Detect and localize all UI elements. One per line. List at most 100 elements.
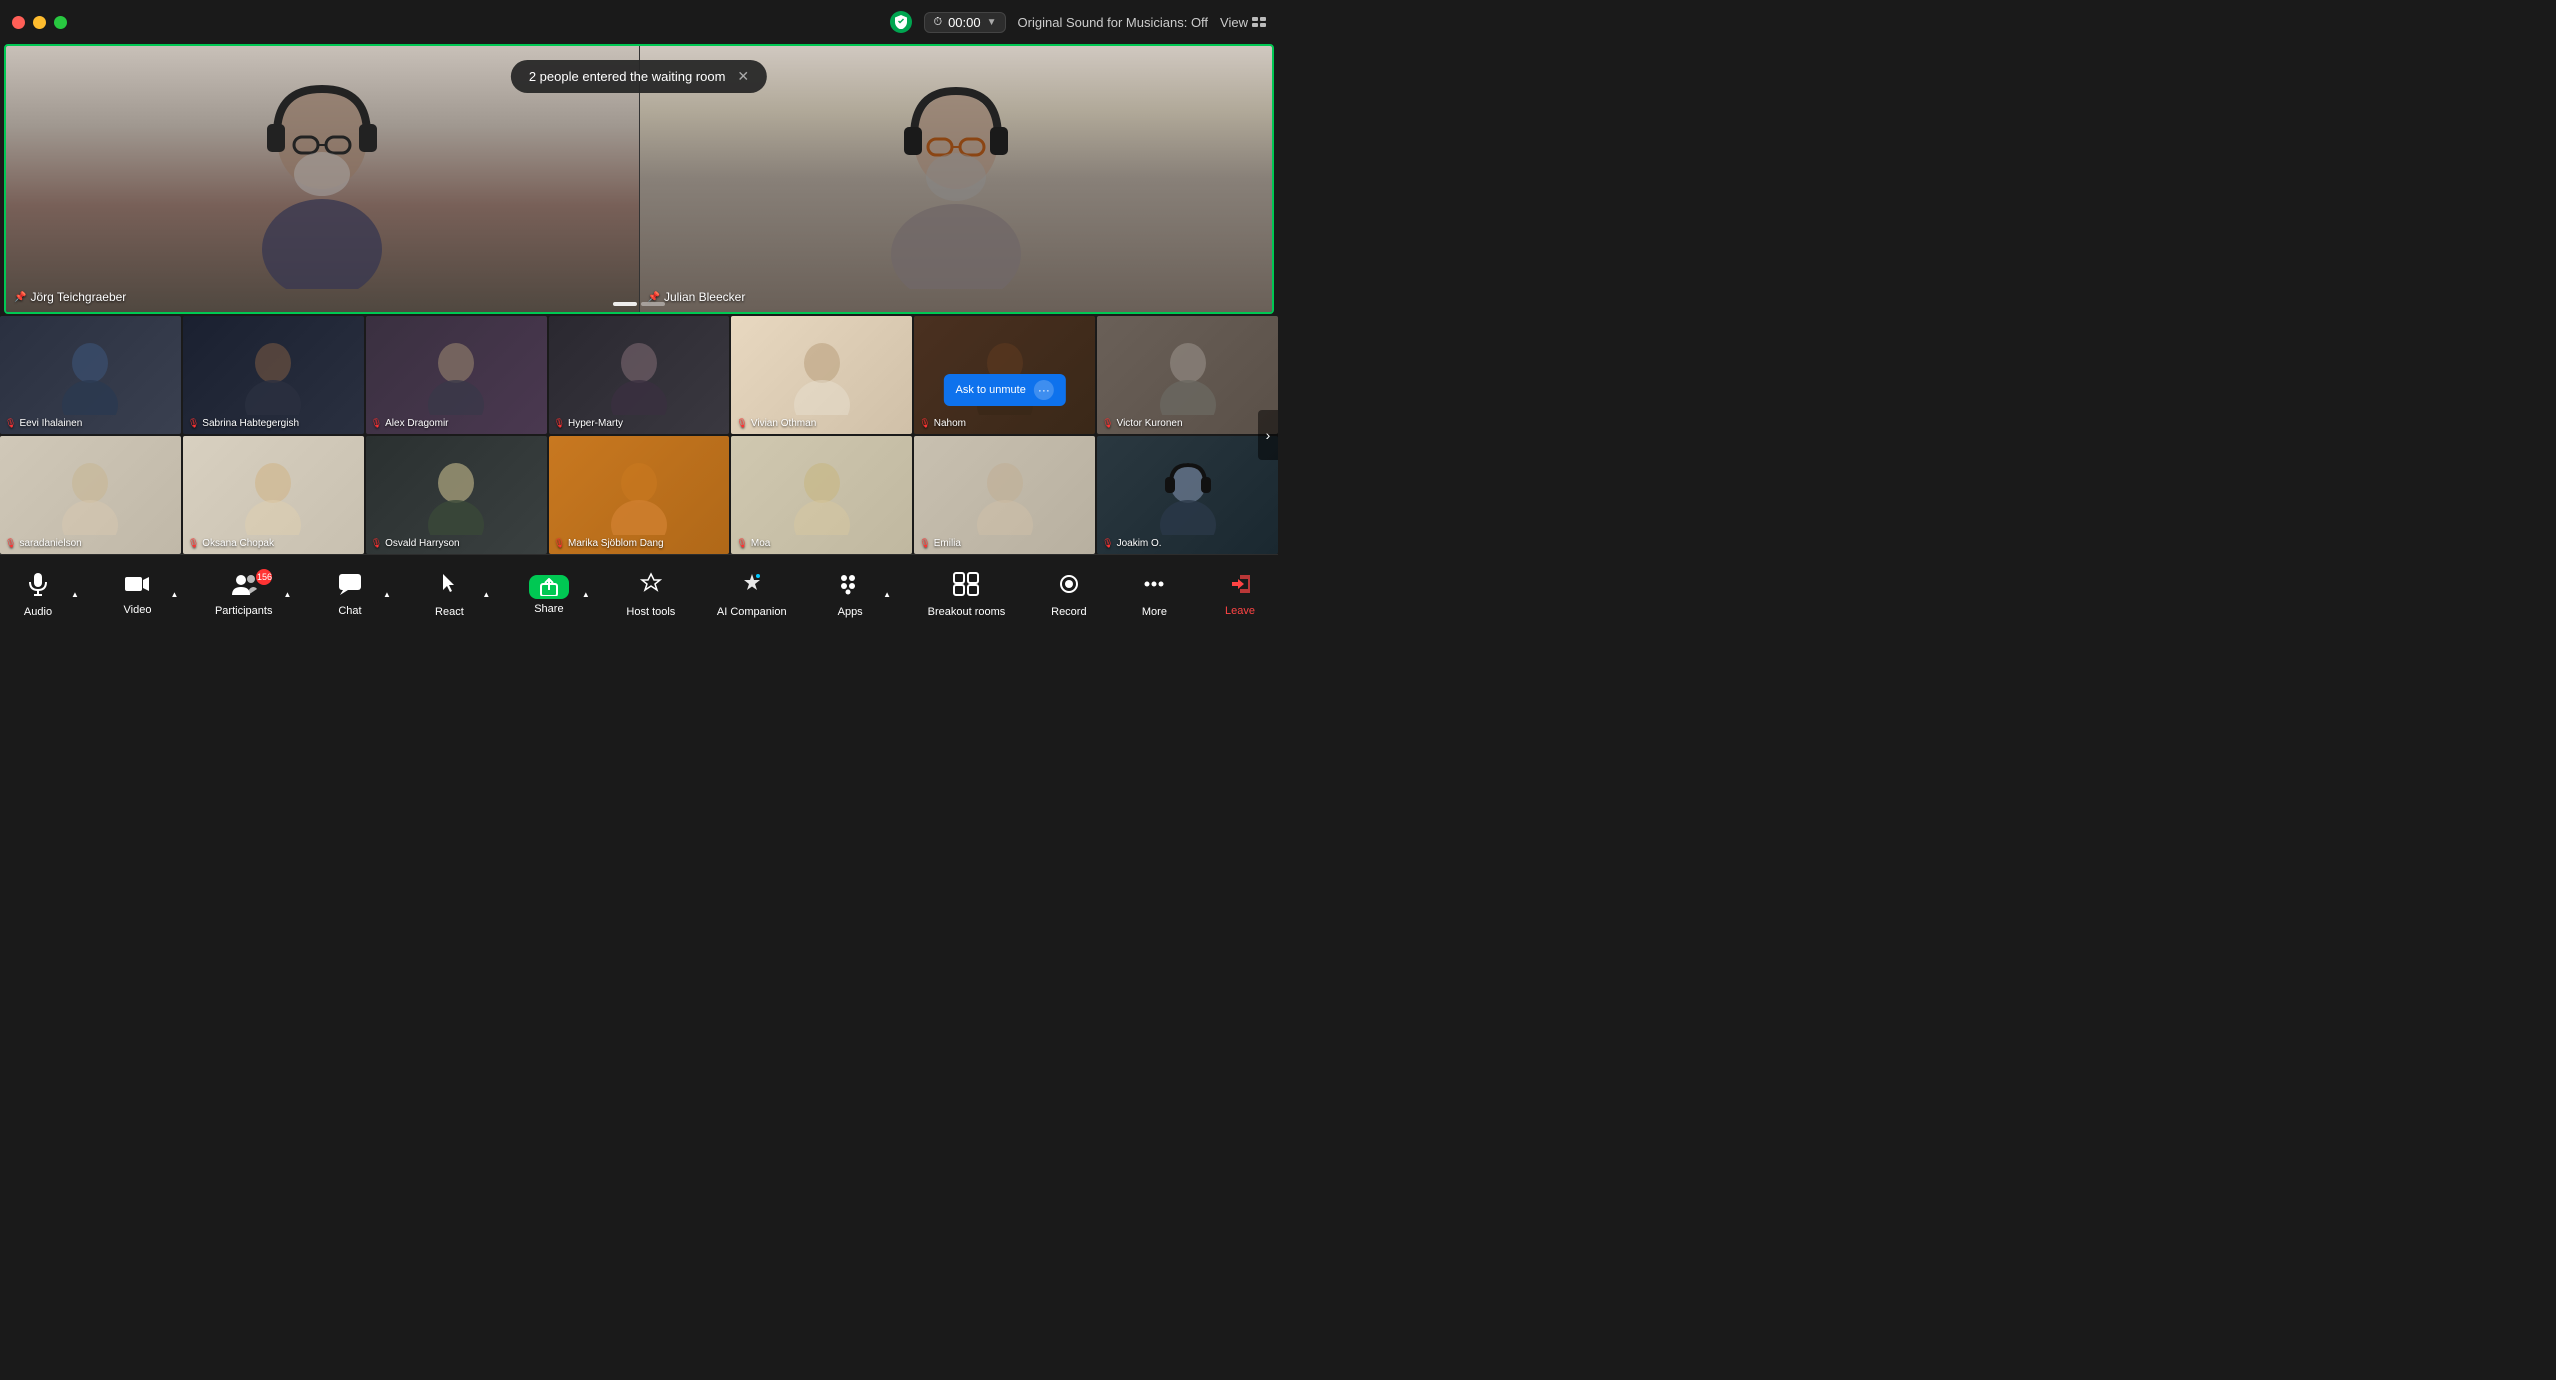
unmute-options-button[interactable]: ··· (1034, 380, 1054, 400)
apps-icon (838, 572, 862, 602)
record-label: Record (1051, 606, 1086, 618)
more-button[interactable]: More (1124, 566, 1184, 624)
breakout-rooms-label: Breakout rooms (928, 606, 1006, 618)
leave-icon (1228, 573, 1252, 601)
name-osvald: 🎙 Osvald Harryson (371, 538, 460, 549)
tile-alex[interactable]: 🎙 Alex Dragomir (366, 316, 547, 434)
fullscreen-button[interactable] (54, 16, 67, 29)
participant-grid: 🎙 Eevi Ihalainen 🎙 Sabrina Habtegergish (0, 316, 1278, 554)
tile-vivian[interactable]: 🎙 Vivian Othman (731, 316, 912, 434)
share-caret[interactable]: ▲ (579, 586, 593, 603)
audio-caret[interactable]: ▲ (68, 586, 82, 603)
toolbar: Audio ▲ Video ▲ (0, 554, 1278, 634)
name-vivian: 🎙 Vivian Othman (736, 418, 816, 429)
record-button[interactable]: Record (1039, 566, 1099, 624)
audio-label: Audio (24, 606, 52, 618)
more-label: More (1142, 606, 1167, 618)
tile-joakim[interactable]: 🎙 Joakim O. (1097, 436, 1278, 554)
name-alex: 🎙 Alex Dragomir (371, 418, 449, 429)
name-victor: 🎙 Victor Kuronen (1102, 418, 1182, 429)
microphone-icon (27, 572, 49, 602)
name-moa: 🎙 Moa (736, 538, 770, 549)
audio-button[interactable]: Audio (8, 566, 68, 624)
tile-osvald[interactable]: 🎙 Osvald Harryson (366, 436, 547, 554)
react-group: React ▲ (419, 566, 493, 624)
chat-icon (338, 573, 362, 601)
react-icon (437, 572, 461, 602)
tile-eevi[interactable]: 🎙 Eevi Ihalainen (0, 316, 181, 434)
name-marika: 🎙 Marika Sjöblom Dang (554, 538, 664, 549)
share-group: Share ▲ (519, 569, 593, 621)
main-video-area: 2 people entered the waiting room ✕ (4, 44, 1274, 314)
traffic-lights (12, 16, 67, 29)
share-label: Share (534, 603, 563, 615)
apps-button[interactable]: Apps (820, 566, 880, 624)
video-label: Video (124, 604, 152, 616)
tile-sara[interactable]: 🎙 saradanielson (0, 436, 181, 554)
shield-icon (890, 11, 912, 33)
scroll-dot-1 (613, 302, 637, 306)
tile-moa[interactable]: 🎙 Moa (731, 436, 912, 554)
name-oksana: 🎙 Oksana Chopak (188, 538, 274, 549)
view-button[interactable]: View (1220, 15, 1266, 30)
close-button[interactable] (12, 16, 25, 29)
participants-label: Participants (215, 605, 272, 617)
title-bar-right: ⏱ 00:00 ▼ Original Sound for Musicians: … (890, 11, 1266, 33)
host-tools-label: Host tools (626, 606, 675, 618)
tile-hyper[interactable]: 🎙 Hyper-Marty (549, 316, 730, 434)
chat-label: Chat (338, 605, 361, 617)
scroll-dot-2 (641, 302, 665, 306)
tile-marika[interactable]: 🎙 Marika Sjöblom Dang (549, 436, 730, 554)
video-group: Video ▲ (107, 568, 181, 622)
name-joakim: 🎙 Joakim O. (1102, 538, 1161, 549)
participants-group: 156 Participants ▲ (207, 567, 294, 623)
chat-caret[interactable]: ▲ (380, 586, 394, 603)
tile-sabrina[interactable]: 🎙 Sabrina Habtegergish (183, 316, 364, 434)
host-tools-icon (639, 572, 663, 602)
original-sound-label[interactable]: Original Sound for Musicians: Off (1018, 15, 1209, 30)
react-caret[interactable]: ▲ (479, 586, 493, 603)
react-button[interactable]: React (419, 566, 479, 624)
participants-icon (231, 573, 257, 601)
waiting-room-message: 2 people entered the waiting room (529, 69, 726, 84)
tile-oksana[interactable]: 🎙 Oksana Chopak (183, 436, 364, 554)
video-button[interactable]: Video (107, 568, 167, 622)
video-caret[interactable]: ▲ (167, 586, 181, 603)
timer-display[interactable]: ⏱ 00:00 ▼ (924, 12, 1005, 33)
scroll-indicator (613, 302, 665, 306)
joerg-name-label: 📌 Jörg Teichgraeber (14, 290, 126, 304)
tile-victor[interactable]: 🎙 Victor Kuronen (1097, 316, 1278, 434)
apps-group: Apps ▲ (820, 566, 894, 624)
participants-button[interactable]: 156 Participants (207, 567, 280, 623)
participants-strip: 🎙 Eevi Ihalainen 🎙 Sabrina Habtegergish (0, 316, 1278, 554)
tile-emilia[interactable]: 🎙 Emilia (914, 436, 1095, 554)
waiting-room-banner[interactable]: 2 people entered the waiting room ✕ (511, 60, 767, 93)
name-eevi: 🎙 Eevi Ihalainen (5, 418, 82, 429)
close-banner-button[interactable]: ✕ (737, 68, 749, 85)
host-tools-button[interactable]: Host tools (618, 566, 683, 624)
ai-companion-button[interactable]: AI Companion (709, 566, 795, 624)
chat-button[interactable]: Chat (320, 567, 380, 623)
chat-group: Chat ▲ (320, 567, 394, 623)
participants-caret[interactable]: ▲ (280, 586, 294, 603)
share-button[interactable]: Share (519, 569, 579, 621)
name-hyper: 🎙 Hyper-Marty (554, 418, 623, 429)
name-emilia: 🎙 Emilia (919, 538, 961, 549)
apps-label: Apps (838, 606, 863, 618)
video-icon (124, 574, 150, 600)
participant-count-badge: 156 (256, 569, 272, 585)
ai-companion-icon (740, 572, 764, 602)
name-sara: 🎙 saradanielson (5, 538, 82, 549)
ai-companion-label: AI Companion (717, 606, 787, 618)
apps-caret[interactable]: ▲ (880, 586, 894, 603)
next-participants-button[interactable]: › (1258, 410, 1278, 460)
share-icon (529, 575, 569, 599)
record-icon (1057, 572, 1081, 602)
ask-to-unmute-overlay[interactable]: Ask to unmute ··· (944, 374, 1066, 406)
tile-nahom[interactable]: 🎙 Nahom Ask to unmute ··· (914, 316, 1095, 434)
leave-button[interactable]: Leave (1210, 567, 1270, 623)
audio-group: Audio ▲ (8, 566, 82, 624)
minimize-button[interactable] (33, 16, 46, 29)
breakout-rooms-button[interactable]: Breakout rooms (920, 566, 1014, 624)
title-bar: ⏱ 00:00 ▼ Original Sound for Musicians: … (0, 0, 1278, 44)
